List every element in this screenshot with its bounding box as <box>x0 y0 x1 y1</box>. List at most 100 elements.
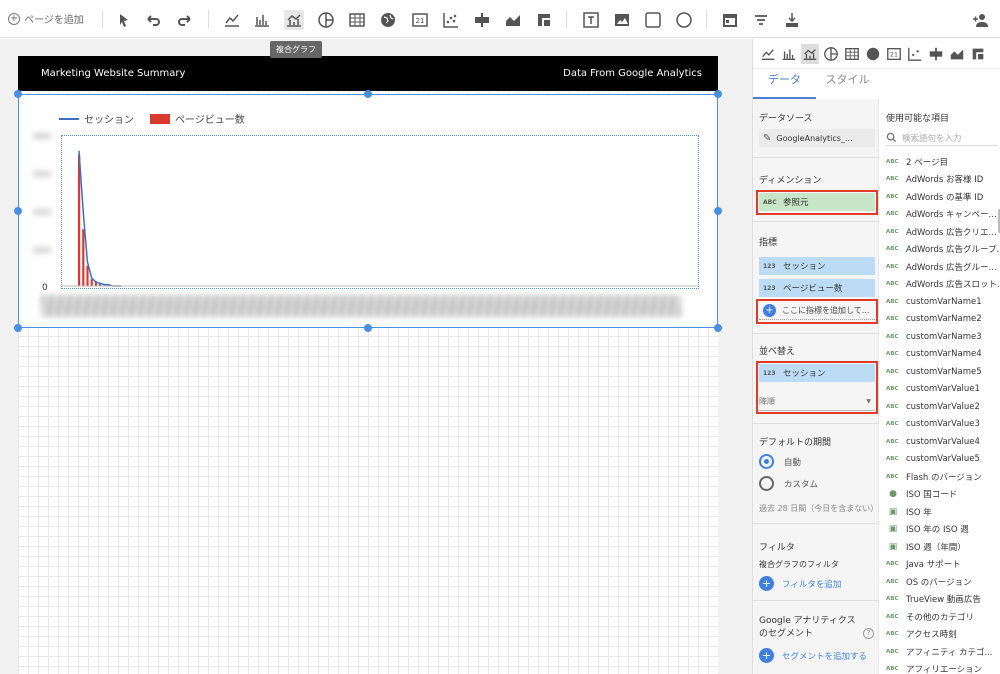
resize-handle[interactable] <box>714 207 722 215</box>
pie-chart-icon[interactable] <box>822 44 840 64</box>
combo-chart[interactable]: セッション ページビュー数 0 <box>18 94 718 328</box>
pivot-table-icon[interactable] <box>534 10 554 30</box>
highlight-box <box>756 299 878 324</box>
metric-chip-pageviews[interactable]: 123 ページビュー数 <box>759 279 875 297</box>
scorecard-icon[interactable]: 21 <box>885 44 903 64</box>
select-pointer-icon[interactable] <box>114 10 134 30</box>
available-field-item[interactable]: ABC customVarName5 <box>886 363 1000 381</box>
available-field-item[interactable]: ▣ ISO 週（年間） <box>886 538 1000 556</box>
available-field-item[interactable]: ABC AdWords の基準 ID <box>886 188 1000 206</box>
resize-handle[interactable] <box>714 90 722 98</box>
bullet-chart-icon[interactable] <box>472 10 492 30</box>
resize-handle[interactable] <box>364 324 372 332</box>
table-icon[interactable] <box>843 44 861 64</box>
resize-handle[interactable] <box>364 90 372 98</box>
combo-chart-icon[interactable] <box>284 10 304 30</box>
time-series-chart-icon[interactable] <box>759 44 777 64</box>
available-field-item[interactable]: ABC customVarName3 <box>886 328 1000 346</box>
available-field-item[interactable]: ABC customVarValue1 <box>886 381 1000 399</box>
redo-icon[interactable] <box>175 10 195 30</box>
date-custom-radio[interactable]: カスタム <box>759 476 818 491</box>
available-field-item[interactable]: ▣ ISO 年の ISO 週 <box>886 521 1000 539</box>
bar-chart-icon[interactable] <box>252 10 272 30</box>
date-range-title: デフォルトの期間 <box>759 438 832 448</box>
available-field-item[interactable]: ABC customVarName2 <box>886 311 1000 329</box>
available-field-item[interactable]: ABC customVarValue3 <box>886 416 1000 434</box>
available-field-label: アクセス時刻 <box>906 630 957 641</box>
available-field-item[interactable]: ABC アクセス時刻 <box>886 626 1000 644</box>
available-field-item[interactable]: ABC AdWords キャンペー... <box>886 206 1000 224</box>
available-field-label: customVarValue3 <box>906 419 980 430</box>
pencil-icon[interactable]: ✎ <box>763 133 771 144</box>
available-field-item[interactable]: ABC AdWords 広告グルー... <box>886 258 1000 276</box>
metric-chip-sessions[interactable]: 123 セッション <box>759 257 875 275</box>
area-chart-icon[interactable] <box>503 10 523 30</box>
available-field-item[interactable]: ABC customVarValue4 <box>886 433 1000 451</box>
available-field-item[interactable]: ABC その他のカテゴリ <box>886 608 1000 626</box>
add-segment-label: セグメントを追加する <box>782 651 868 662</box>
available-field-item[interactable]: ABC AdWords 広告グループ... <box>886 241 1000 259</box>
text-type-icon: ABC <box>886 298 899 305</box>
circle-icon[interactable] <box>674 10 694 30</box>
field-search-input[interactable]: 検索語句を入力 <box>886 130 998 146</box>
section-divider <box>753 423 879 424</box>
toolbar-divider <box>706 10 707 28</box>
scorecard-icon[interactable]: 21 <box>410 10 430 30</box>
resize-handle[interactable] <box>14 324 22 332</box>
toolbar: + ページを追加 21 <box>0 0 1000 38</box>
resize-handle[interactable] <box>14 90 22 98</box>
available-field-item[interactable]: ABC AdWords 広告スロット... <box>886 276 1000 294</box>
available-field-item[interactable]: ABC OS のバージョン <box>886 573 1000 591</box>
combo-chart-icon[interactable] <box>801 43 819 64</box>
add-person-icon[interactable] <box>970 10 990 30</box>
table-icon[interactable] <box>347 10 367 30</box>
text-type-icon: ABC <box>886 246 899 253</box>
scatter-chart-icon[interactable] <box>906 44 924 64</box>
area-chart-icon[interactable] <box>948 44 966 64</box>
bar-chart-icon[interactable] <box>780 44 798 64</box>
available-field-item[interactable]: ABC AdWords 広告クリエ... <box>886 223 1000 241</box>
available-field-item[interactable]: ABC アフィニティ カテゴ... <box>886 643 1000 661</box>
rectangle-icon[interactable] <box>643 10 663 30</box>
resize-handle[interactable] <box>14 207 22 215</box>
image-icon[interactable] <box>612 10 632 30</box>
time-series-chart-icon[interactable] <box>222 10 242 30</box>
data-control-icon[interactable] <box>782 10 802 30</box>
geo-map-icon[interactable] <box>378 10 398 30</box>
available-field-item[interactable]: ● ISO 国コード <box>886 486 1000 504</box>
available-field-item[interactable]: ▣ ISO 年 <box>886 503 1000 521</box>
available-field-item[interactable]: ABC AdWords お客様 ID <box>886 171 1000 189</box>
resize-handle[interactable] <box>714 324 722 332</box>
available-field-item[interactable]: ABC TrueView 動画広告 <box>886 591 1000 609</box>
pivot-table-icon[interactable] <box>969 44 987 64</box>
text-type-icon: ABC <box>886 281 899 288</box>
undo-icon[interactable] <box>143 10 163 30</box>
add-page-button[interactable]: + ページを追加 <box>8 11 84 26</box>
available-field-item[interactable]: ABC customVarValue2 <box>886 398 1000 416</box>
date-range-icon[interactable] <box>720 10 740 30</box>
available-field-item[interactable]: ABC アフィリエーション <box>886 661 1000 674</box>
filter-control-icon[interactable] <box>751 10 771 30</box>
add-filter-button[interactable]: + フィルタを追加 <box>759 576 841 591</box>
bullet-chart-icon[interactable] <box>927 44 945 64</box>
available-field-item[interactable]: ABC customVarValue5 <box>886 451 1000 469</box>
toolbar-divider <box>208 10 209 28</box>
available-field-label: アフィリエーション <box>906 665 983 674</box>
add-segment-button[interactable]: + セグメントを追加する <box>759 648 867 663</box>
pie-chart-icon[interactable] <box>316 10 336 30</box>
tab-style[interactable]: スタイル <box>816 69 879 99</box>
date-auto-radio[interactable]: 自動 <box>759 454 801 469</box>
available-field-item[interactable]: ABC customVarName4 <box>886 346 1000 364</box>
geo-map-icon[interactable] <box>864 44 882 64</box>
tab-data[interactable]: データ <box>753 69 816 99</box>
legend-line-swatch <box>59 117 79 120</box>
available-field-item[interactable]: ABC Flash のバージョン <box>886 468 1000 486</box>
scatter-chart-icon[interactable] <box>441 10 461 30</box>
text-box-icon[interactable] <box>581 10 601 30</box>
available-field-item[interactable]: ABC Java サポート <box>886 556 1000 574</box>
available-field-item[interactable]: ABC customVarName1 <box>886 293 1000 311</box>
available-field-item[interactable]: ABC 2 ページ目 <box>886 153 1000 171</box>
data-source-selector[interactable]: ✎ GoogleAnalytics_... <box>759 129 875 147</box>
available-field-label: AdWords お客様 ID <box>906 175 984 186</box>
help-icon[interactable]: ? <box>863 628 874 639</box>
